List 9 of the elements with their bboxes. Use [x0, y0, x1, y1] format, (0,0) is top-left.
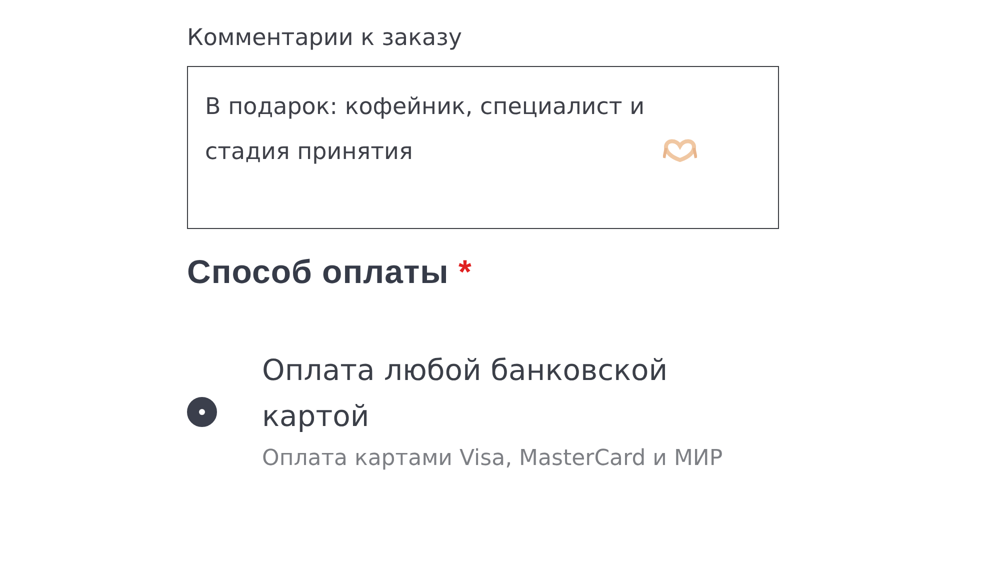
- comment-text: В подарок: кофейник, специалист и стадия принятия: [205, 93, 646, 167]
- field-label: Комментарии к заказу: [187, 24, 463, 53]
- heart-hands-icon: [663, 138, 697, 162]
- radio-button[interactable]: [187, 397, 217, 427]
- option-description: Оплата картами Visa, MasterCard и МИР: [262, 445, 724, 473]
- option-title: Оплата любой банковской картой: [262, 352, 669, 435]
- comment-field[interactable]: В подарок: кофейник, специалист и стадия принятия: [187, 66, 779, 229]
- required-mark: *: [458, 253, 472, 290]
- section-heading: Способ оплаты: [187, 253, 449, 290]
